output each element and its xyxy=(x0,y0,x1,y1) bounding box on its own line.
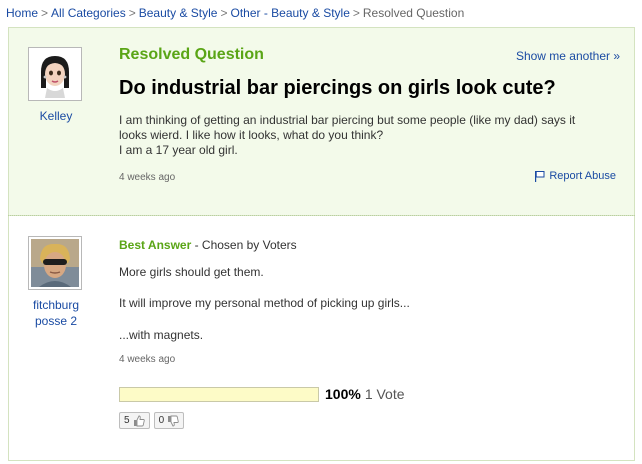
thumbs-down-count: 0 xyxy=(158,415,165,426)
chosen-by-text: - Chosen by Voters xyxy=(191,238,297,252)
breadcrumb-other-beauty-style[interactable]: Other - Beauty & Style xyxy=(230,6,349,20)
breadcrumb-all-categories[interactable]: All Categories xyxy=(51,6,126,20)
breadcrumb-home[interactable]: Home xyxy=(6,6,38,20)
thumbs-down-button[interactable]: 0 xyxy=(153,412,185,429)
vote-bar-fill xyxy=(120,388,318,401)
question-body: I am thinking of getting an industrial b… xyxy=(119,113,624,158)
answerer-name-line: posse 2 xyxy=(34,314,78,328)
breadcrumb-separator: > xyxy=(220,6,228,20)
breadcrumb-beauty-style[interactable]: Beauty & Style xyxy=(139,6,218,20)
answer-line: More girls should get them. xyxy=(119,265,264,279)
thumbs-up-icon xyxy=(133,415,145,426)
report-abuse-link[interactable]: Report Abuse xyxy=(534,170,616,182)
cartoon-girl-avatar-icon xyxy=(31,50,79,98)
answer-line: ...with magnets. xyxy=(119,328,204,342)
vote-result: 100% 1 Vote xyxy=(325,386,405,402)
question-body-line: I am thinking of getting an industrial b… xyxy=(119,113,576,127)
breadcrumb-separator: > xyxy=(128,6,136,20)
thumbs-up-button[interactable]: 5 xyxy=(119,412,150,429)
user-photo-avatar-icon xyxy=(31,239,79,287)
best-answer-header: Best Answer - Chosen by Voters xyxy=(119,238,297,252)
breadcrumb-current: Resolved Question xyxy=(362,6,465,20)
answerer-name-line: fitchburg xyxy=(32,298,80,312)
show-another-link[interactable]: Show me another » xyxy=(516,49,620,63)
flag-icon xyxy=(535,170,545,182)
rating-buttons: 5 0 xyxy=(119,412,185,429)
breadcrumb-separator: > xyxy=(41,6,49,20)
asker-avatar[interactable] xyxy=(28,47,82,101)
question-status: Resolved Question xyxy=(119,46,264,63)
breadcrumb: Home > All Categories > Beauty & Style > Other… xyxy=(6,6,464,20)
thumbs-down-icon xyxy=(168,415,179,426)
answer-line: It will improve my personal method of pi… xyxy=(119,296,410,310)
report-abuse-label: Report Abuse xyxy=(549,170,616,182)
thumbs-up-count: 5 xyxy=(124,415,130,426)
answerer-avatar[interactable] xyxy=(28,236,82,290)
vote-percent: 100% xyxy=(325,386,361,402)
question-body-line: looks wierd. I like how it looks, what d… xyxy=(119,128,384,142)
question-timestamp: 4 weeks ago xyxy=(119,172,176,183)
question-body-line: I am a 17 year old girl. xyxy=(119,143,238,157)
breadcrumb-separator: > xyxy=(352,6,360,20)
asker-name[interactable]: Kelley xyxy=(11,108,101,124)
answer-panel xyxy=(8,216,635,461)
panel-divider xyxy=(8,215,635,216)
vote-count: 1 Vote xyxy=(364,386,405,402)
answerer-name[interactable]: fitchburg posse 2 xyxy=(11,297,101,329)
question-title: Do industrial bar piercings on girls loo… xyxy=(119,77,556,99)
vote-bar xyxy=(119,387,319,402)
best-answer-label: Best Answer xyxy=(119,238,192,252)
answer-timestamp: 4 weeks ago xyxy=(119,354,176,365)
